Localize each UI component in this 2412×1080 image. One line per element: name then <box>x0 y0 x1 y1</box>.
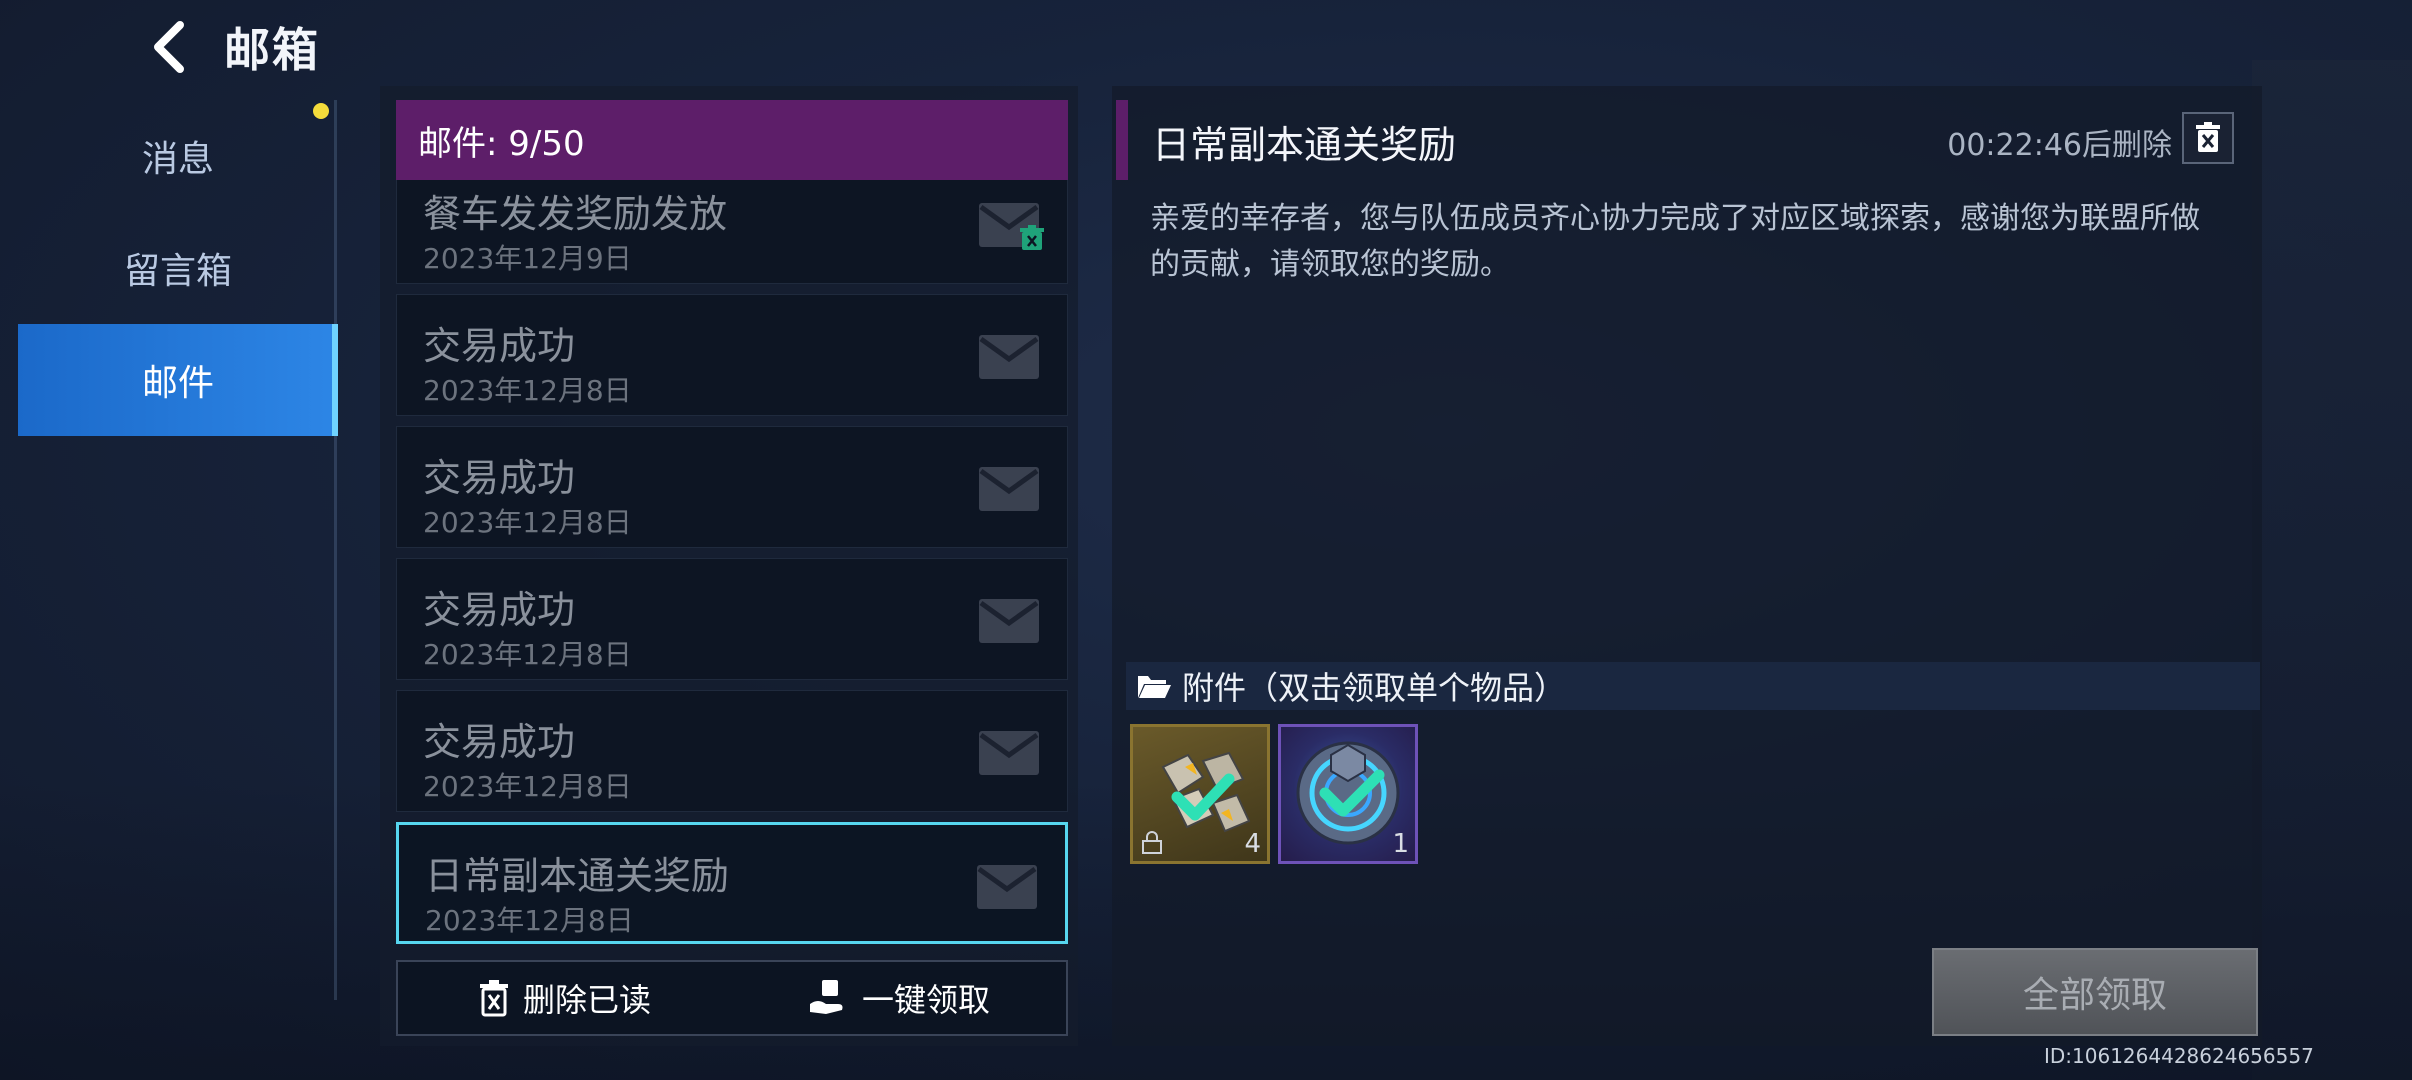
attachment-header: 附件（双击领取单个物品） <box>1126 662 2260 710</box>
claim-all-label: 全部领取 <box>2022 975 2167 1016</box>
item-count: 4 <box>1244 829 1261 859</box>
mail-date: 2023年12月8日 <box>423 506 632 539</box>
mail-body: 亲爱的幸存者，您与队伍成员齐心协力完成了对应区域探索，感谢您为联盟所做的贡献，请… <box>1150 201 2200 282</box>
header: 邮箱 <box>140 12 320 82</box>
mail-title: 日常副本通关奖励 <box>425 854 730 898</box>
envelope-icon <box>977 865 1037 909</box>
mail-date: 2023年12月8日 <box>425 904 634 937</box>
trash-icon <box>2196 122 2220 152</box>
sidebar-item-guestbook[interactable]: 留言箱 <box>18 212 338 324</box>
list-item[interactable]: 交易成功 2023年12月8日 <box>396 426 1068 548</box>
sidebar-item-mail[interactable]: 邮件 <box>18 324 338 436</box>
list-item[interactable]: 餐车发发奖励发放 2023年12月9日 <box>396 180 1068 284</box>
envelope-icon <box>979 467 1039 511</box>
trash-icon <box>479 980 508 1017</box>
claim-all-mail-button[interactable]: 一键领取 <box>732 962 1066 1034</box>
sidebar-item-label: 消息 <box>141 139 214 180</box>
mail-actions-bar: 删除已读 一键领取 <box>396 960 1068 1036</box>
mail-count: 邮件: 9/50 <box>418 123 585 164</box>
claim-all-button[interactable]: 全部领取 <box>1932 948 2258 1036</box>
sidebar-item-label: 留言箱 <box>123 251 232 292</box>
mail-date: 2023年12月9日 <box>423 242 632 275</box>
delete-read-button[interactable]: 删除已读 <box>398 962 732 1034</box>
attachment-item[interactable]: 4 <box>1130 724 1270 864</box>
mail-date: 2023年12月8日 <box>423 638 632 671</box>
hand-gift-icon <box>809 980 843 1014</box>
envelope-icon <box>979 599 1039 643</box>
mail-list[interactable]: 餐车发发奖励发放 2023年12月9日 交易成功 2023年12月8日 交易成功… <box>396 180 1068 948</box>
mail-date: 2023年12月8日 <box>423 374 632 407</box>
folder-icon <box>1138 676 1171 698</box>
sidebar: 消息 留言箱 邮件 <box>18 100 338 436</box>
claim-all-mail-label: 一键领取 <box>861 981 990 1019</box>
trash-icon <box>1020 225 1044 250</box>
background-art <box>2252 60 2412 1080</box>
delete-read-label: 删除已读 <box>522 981 651 1019</box>
player-id: ID:1061264428624656557 <box>2044 1044 2314 1068</box>
delete-mail-button[interactable] <box>2182 112 2234 164</box>
back-button[interactable] <box>140 17 200 77</box>
detail-accent-bar <box>1116 100 1128 180</box>
list-item[interactable]: 交易成功 2023年12月8日 <box>396 558 1068 680</box>
attachment-item[interactable]: 1 <box>1278 724 1418 864</box>
mail-detail-title: 日常副本通关奖励 <box>1152 123 1457 167</box>
back-arrow-icon <box>154 21 184 73</box>
mail-count-bar: 邮件: 9/50 <box>396 100 1068 180</box>
mail-title: 交易成功 <box>423 324 576 368</box>
item-count: 1 <box>1392 829 1409 859</box>
page-title: 邮箱 <box>224 23 320 77</box>
mail-title: 餐车发发奖励发放 <box>423 192 728 236</box>
mail-title: 交易成功 <box>423 588 576 632</box>
mail-title: 交易成功 <box>423 456 576 500</box>
list-item[interactable]: 交易成功 2023年12月8日 <box>396 294 1068 416</box>
sidebar-item-messages[interactable]: 消息 <box>18 100 338 212</box>
mail-title: 交易成功 <box>423 720 576 764</box>
list-item[interactable]: 交易成功 2023年12月8日 <box>396 690 1068 812</box>
list-item-selected[interactable]: 日常副本通关奖励 2023年12月8日 <box>396 822 1068 944</box>
attachment-label: 附件（双击领取单个物品） <box>1182 669 1567 707</box>
mail-date: 2023年12月8日 <box>423 770 632 803</box>
envelope-icon <box>979 335 1039 379</box>
envelope-icon <box>979 731 1039 775</box>
sidebar-item-label: 邮件 <box>141 363 214 404</box>
lock-icon <box>1142 831 1162 854</box>
delete-countdown: 00:22:46后删除 <box>1947 128 2172 163</box>
